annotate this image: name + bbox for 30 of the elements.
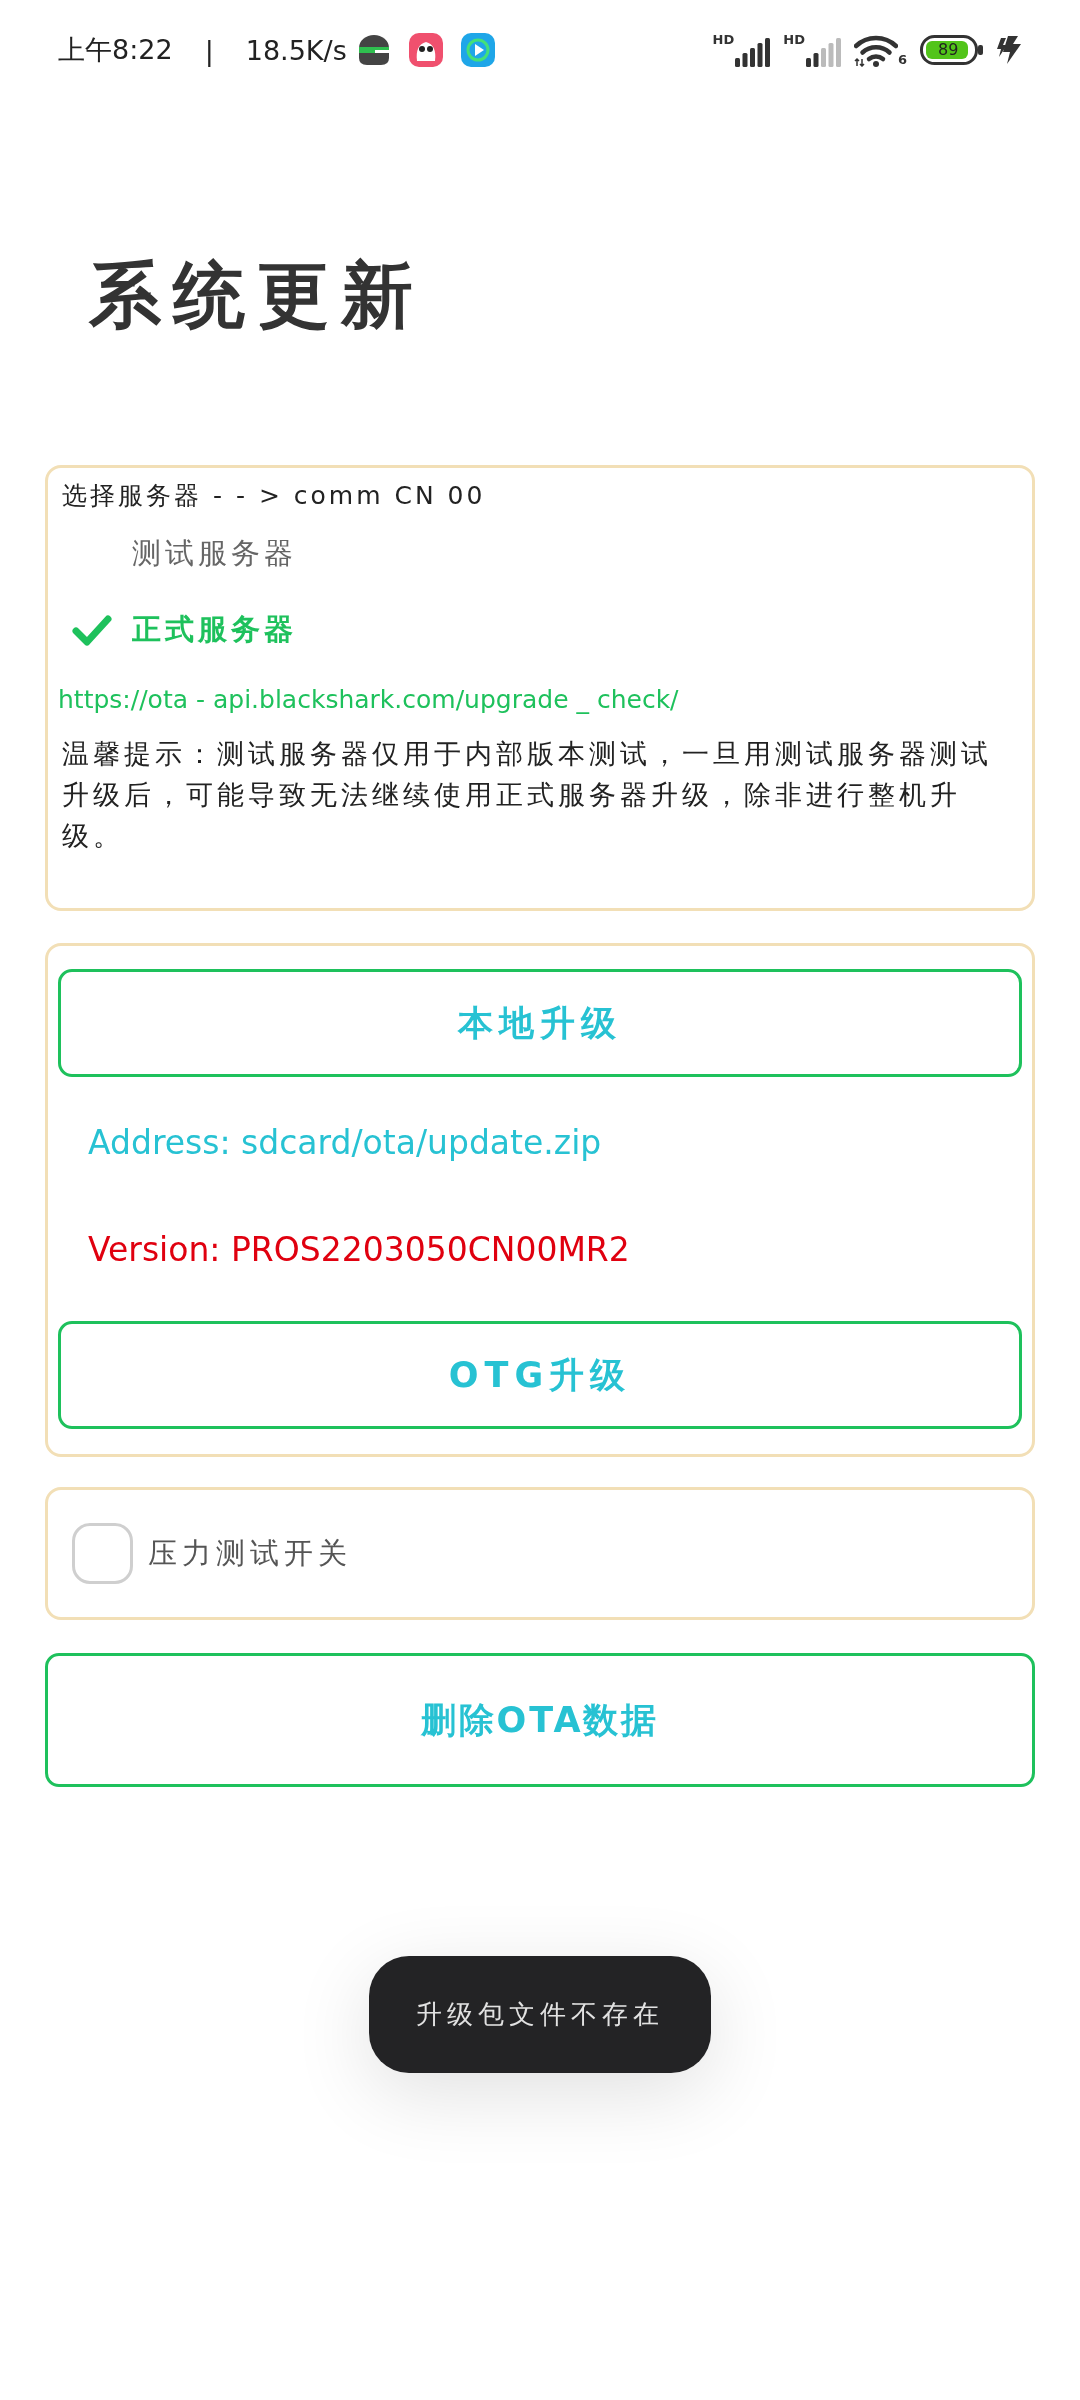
toast-message: 升级包文件不存在 bbox=[369, 1956, 711, 2073]
local-upgrade-button[interactable]: 本地升级 bbox=[58, 969, 1022, 1077]
wifi-icon bbox=[853, 35, 898, 67]
network-speed: 18.5K/s bbox=[245, 34, 347, 66]
server-header: 选择服务器 - - > comm CN 00 bbox=[62, 480, 487, 512]
server-url: https://ota - api.blackshark.com/upgrade _ check/ bbox=[58, 684, 680, 716]
battery-percentage: 89 bbox=[938, 41, 959, 59]
address-text: Address: sdcard/ota/update.zip bbox=[88, 1122, 602, 1164]
notice-text: 温馨提示：测试服务器仅用于内部版本测试，一旦用测试服务器测试升级后，可能导致无法继续使用正式服务器升级，除非进行整机升级。 bbox=[62, 737, 993, 853]
status-time: 上午8:22 bbox=[58, 33, 173, 67]
status-separator: | bbox=[204, 34, 214, 66]
page-title: 系统更新 bbox=[89, 252, 425, 339]
cartoon-app-icon bbox=[408, 33, 443, 67]
charging-icon bbox=[996, 35, 1022, 65]
delete-ota-button[interactable]: 删除OTA数据 bbox=[45, 1653, 1035, 1787]
battery-icon bbox=[920, 35, 984, 65]
server-option[interactable]: 正式服务器 bbox=[62, 592, 297, 668]
signal-icon bbox=[805, 38, 842, 67]
check-icon bbox=[72, 614, 112, 646]
play-app-icon bbox=[460, 33, 495, 67]
server-option[interactable]: 测试服务器 bbox=[62, 516, 297, 592]
network-type-label: HD bbox=[783, 33, 805, 47]
version-text: Version: PROS2203050CN00MR2 bbox=[88, 1229, 630, 1271]
app-icon bbox=[356, 34, 391, 66]
network-type-label: HD bbox=[712, 33, 735, 47]
signal-icon bbox=[735, 38, 772, 67]
otg-upgrade-button[interactable]: OTG升级 bbox=[58, 1321, 1022, 1429]
checkbox-label: 压力测试开关 bbox=[148, 1534, 352, 1572]
wifi-standard-label: 6 bbox=[897, 53, 907, 67]
checkbox[interactable] bbox=[72, 1523, 133, 1584]
